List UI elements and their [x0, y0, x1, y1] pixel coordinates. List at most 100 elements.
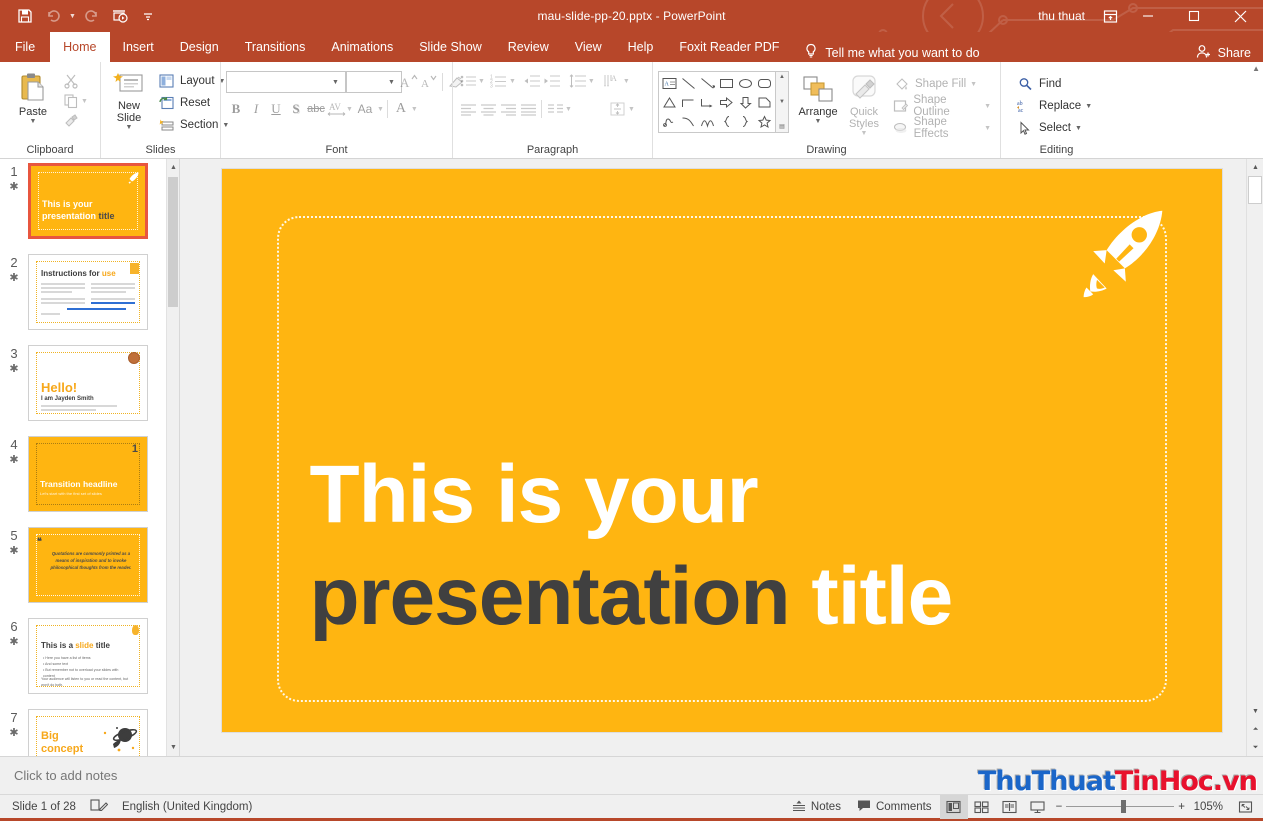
start-from-beginning-icon[interactable] [107, 4, 133, 28]
bold-button[interactable]: B [226, 99, 246, 119]
line-spacing-icon[interactable] [568, 71, 588, 91]
paste-button[interactable]: Paste ▼ [5, 69, 61, 127]
slide-show-view-button[interactable] [1024, 795, 1052, 819]
slide-counter[interactable]: Slide 1 of 28 [12, 801, 76, 813]
comments-button[interactable]: Comments [849, 795, 940, 819]
align-text-icon[interactable] [608, 99, 628, 119]
thumbnail-slide-3[interactable]: Hello! I am Jayden Smith [28, 345, 148, 421]
columns-icon[interactable] [545, 99, 565, 119]
find-button[interactable]: Find [1011, 73, 1065, 95]
thumbnail-item-6[interactable]: 6 ✱ This is a slide title • Here you hav… [0, 614, 179, 705]
shape-right-arrow-icon[interactable] [717, 93, 736, 112]
select-button[interactable]: Select ▼ [1011, 117, 1086, 139]
previous-slide-icon[interactable]: ⏶ [1247, 721, 1263, 738]
accessibility-icon[interactable] [90, 798, 109, 815]
text-direction-icon[interactable]: A [603, 71, 623, 91]
bullets-icon[interactable] [458, 71, 478, 91]
tab-help[interactable]: Help [615, 32, 667, 62]
language-indicator[interactable]: English (United Kingdom) [122, 801, 252, 813]
shape-left-brace-icon[interactable] [717, 112, 736, 131]
undo-dropdown-icon[interactable]: ▼ [68, 4, 77, 28]
shape-oval-icon[interactable] [736, 74, 755, 93]
thumbnail-scroll-up-icon[interactable]: ▲ [167, 159, 179, 176]
character-spacing-dropdown-icon[interactable]: ▼ [346, 106, 353, 113]
thumbnail-item-4[interactable]: 4 ✱ 1 Transition headline Let's start wi… [0, 432, 179, 523]
animation-star-icon[interactable]: ✱ [9, 453, 18, 467]
shape-outline-dropdown-icon[interactable]: ▼ [984, 103, 991, 110]
slide-scroll-up-icon[interactable]: ▲ [1247, 159, 1263, 176]
slide-scroll-thumb[interactable] [1248, 176, 1262, 204]
paste-dropdown-icon[interactable]: ▼ [30, 118, 37, 125]
increase-indent-icon[interactable] [542, 71, 562, 91]
strikethrough-button[interactable]: abc [306, 99, 326, 119]
font-size-dropdown-icon[interactable]: ▼ [388, 79, 395, 86]
animation-star-icon[interactable]: ✱ [9, 726, 18, 740]
reading-view-button[interactable] [996, 795, 1024, 819]
cut-icon[interactable] [61, 71, 81, 91]
save-icon[interactable] [12, 4, 38, 28]
shape-elbow-connector-icon[interactable] [679, 93, 698, 112]
arrange-button[interactable]: Arrange ▼ [795, 71, 841, 127]
select-dropdown-icon[interactable]: ▼ [1075, 125, 1082, 132]
shape-outline-button[interactable]: Shape Outline ▼ [887, 94, 995, 118]
undo-icon[interactable] [40, 4, 66, 28]
animation-star-icon[interactable]: ✱ [9, 362, 18, 376]
font-name-input[interactable] [226, 71, 346, 93]
zoom-slider-handle[interactable] [1121, 800, 1127, 813]
customize-quick-access-toolbar-icon[interactable] [135, 4, 161, 28]
share-button[interactable]: Share [1196, 44, 1251, 62]
thumbnail-scrollbar[interactable]: ▲ ▼ [166, 159, 179, 756]
thumbnail-item-2[interactable]: 2 ✱ Instructions for use [0, 250, 179, 341]
notes-pane[interactable]: Click to add notes ThuThuatTinHoc.vn [0, 756, 1263, 797]
thumbnail-slide-6[interactable]: This is a slide title • Here you have a … [28, 618, 148, 694]
arrange-dropdown-icon[interactable]: ▼ [815, 118, 822, 125]
notes-toggle-button[interactable]: Notes [784, 795, 849, 819]
numbering-icon[interactable]: 123 [489, 71, 509, 91]
minimize-button[interactable] [1125, 0, 1171, 32]
fit-slide-to-window-button[interactable] [1231, 795, 1259, 819]
shape-rounded-rectangle-icon[interactable] [755, 74, 774, 93]
new-slide-button[interactable]: New Slide ▼ [106, 69, 152, 133]
italic-button[interactable]: I [246, 99, 266, 119]
zoom-in-button[interactable]: + [1174, 795, 1189, 819]
format-painter-icon[interactable] [61, 111, 81, 131]
account-name[interactable]: thu thuat [1028, 9, 1095, 23]
animation-star-icon[interactable]: ✱ [9, 180, 18, 194]
shapes-more-icon[interactable]: ▤ [779, 123, 785, 130]
shape-line-icon[interactable] [679, 74, 698, 93]
shape-elbow-arrow-connector-icon[interactable] [698, 93, 717, 112]
align-center-icon[interactable] [478, 99, 498, 119]
slide-scroll-down-icon[interactable]: ▼ [1247, 703, 1263, 720]
thumbnail-slide-4[interactable]: 1 Transition headline Let's start with t… [28, 436, 148, 512]
decrease-font-size-icon[interactable]: A [419, 72, 439, 92]
thumbnail-slide-2[interactable]: Instructions for use [28, 254, 148, 330]
font-color-icon[interactable]: A [391, 99, 411, 119]
shape-effects-button[interactable]: Shape Effects ▼ [887, 116, 995, 140]
shape-down-arrow-icon[interactable] [736, 93, 755, 112]
quick-styles-dropdown-icon[interactable]: ▼ [861, 130, 868, 137]
thumbnail-item-3[interactable]: 3 ✱ Hello! I am Jayden Smith [0, 341, 179, 432]
shape-triangle-icon[interactable] [660, 93, 679, 112]
character-spacing-icon[interactable]: AV [326, 99, 346, 119]
tab-file[interactable]: File [0, 32, 50, 62]
thumbnail-item-7[interactable]: 7 ✱ Bigconcept Bring the attention of yo… [0, 705, 179, 756]
shape-effects-dropdown-icon[interactable]: ▼ [984, 125, 991, 132]
align-text-dropdown-icon[interactable]: ▼ [628, 106, 635, 113]
shape-fill-button[interactable]: Shape Fill ▼ [887, 73, 995, 95]
thumbnail-scroll-down-icon[interactable]: ▼ [167, 739, 179, 756]
columns-dropdown-icon[interactable]: ▼ [565, 106, 572, 113]
tell-me-box[interactable]: Tell me what you want to do [792, 43, 980, 62]
font-color-dropdown-icon[interactable]: ▼ [411, 106, 418, 113]
shape-right-brace-icon[interactable] [736, 112, 755, 131]
shape-arc-icon[interactable] [698, 112, 717, 131]
copy-dropdown-icon[interactable]: ▼ [81, 98, 88, 105]
font-name-dropdown-icon[interactable]: ▼ [332, 79, 339, 86]
tab-home[interactable]: Home [50, 32, 110, 62]
tab-slide-show[interactable]: Slide Show [406, 32, 495, 62]
shapes-scroll-down-icon[interactable]: ▼ [779, 99, 785, 105]
shape-arrow-icon[interactable] [698, 74, 717, 93]
shape-pentagon-icon[interactable] [755, 93, 774, 112]
bullets-dropdown-icon[interactable]: ▼ [478, 78, 485, 85]
new-slide-dropdown-icon[interactable]: ▼ [126, 124, 133, 131]
replace-dropdown-icon[interactable]: ▼ [1085, 103, 1092, 110]
